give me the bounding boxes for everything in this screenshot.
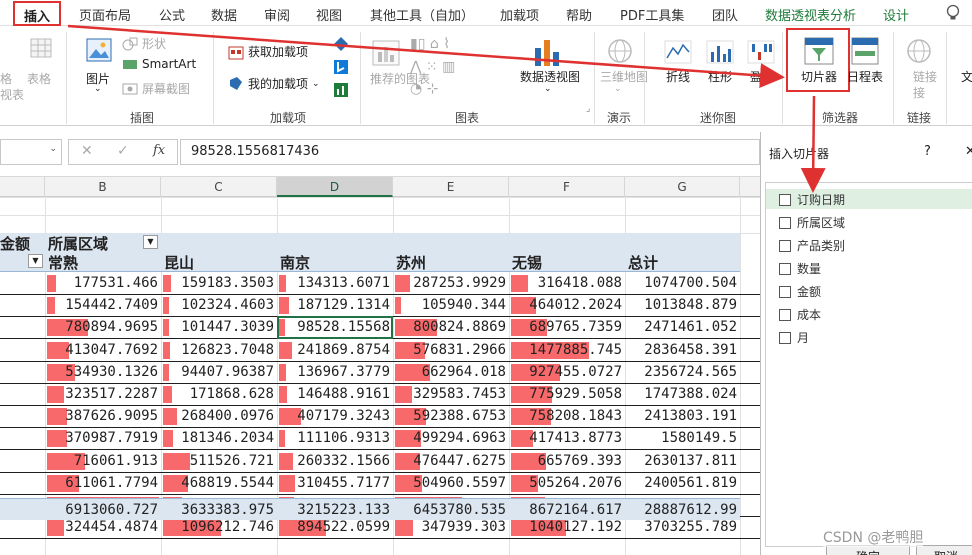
annotation-arrows [67,24,826,193]
arrow-to-slicer [67,24,785,89]
arrow-to-dialog [800,95,826,193]
